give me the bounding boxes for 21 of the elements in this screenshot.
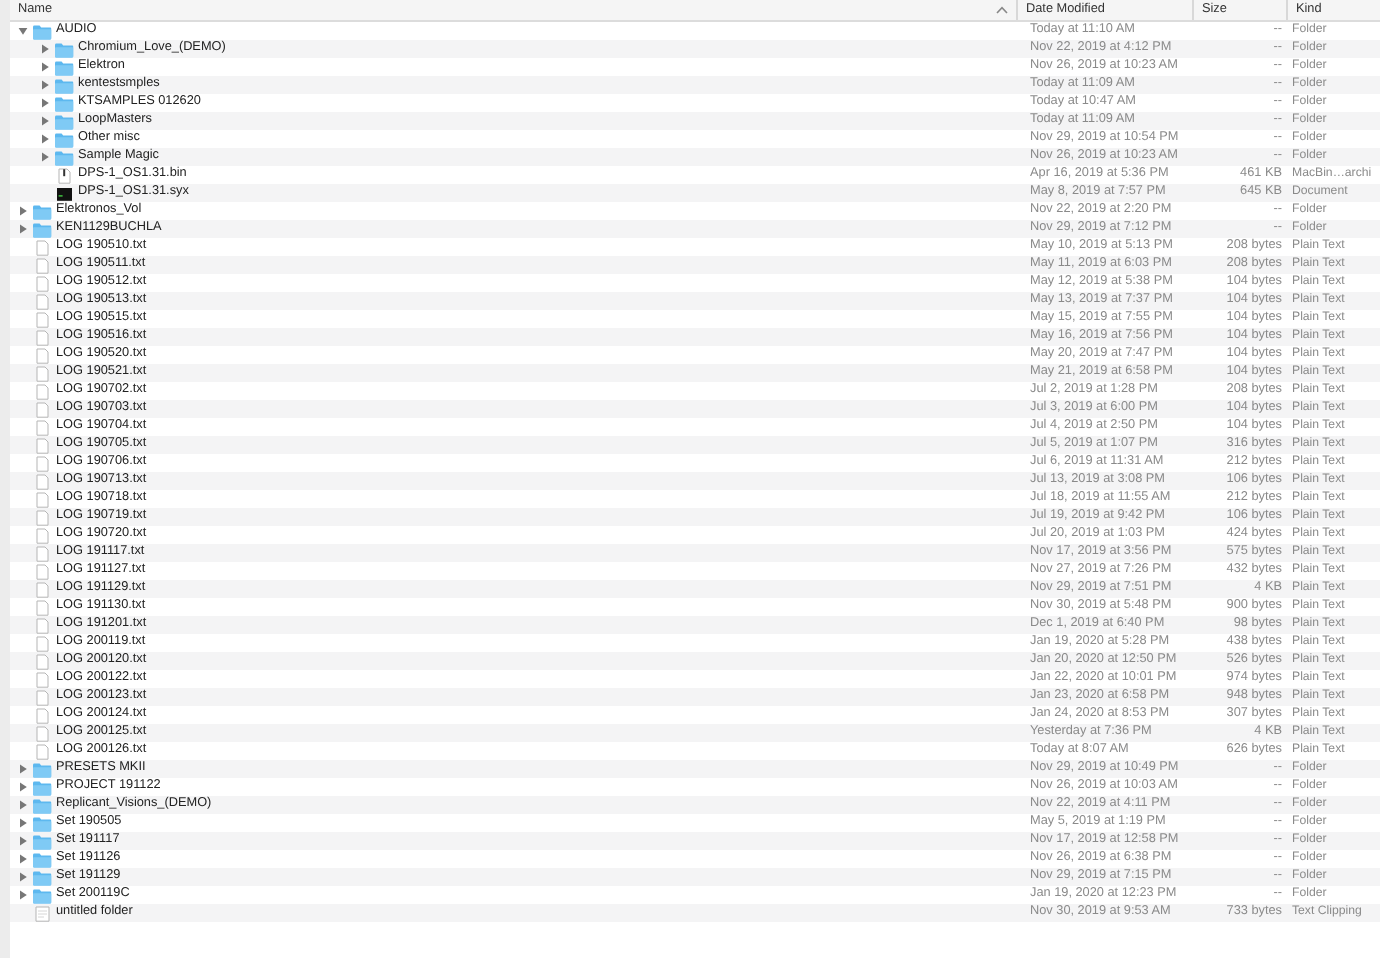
disclosure-triangle-icon[interactable] [40, 80, 50, 90]
disclosure-triangle-icon[interactable] [40, 134, 50, 144]
disclosure-triangle-icon[interactable] [40, 116, 50, 126]
disclosure-triangle-icon[interactable] [40, 62, 50, 72]
disclosure-triangle-icon[interactable] [18, 800, 28, 810]
disclosure-triangle-icon[interactable] [18, 26, 28, 36]
disclosure-triangle-icon[interactable] [40, 152, 50, 162]
disclosure-triangle-icon[interactable] [40, 44, 50, 54]
disclosure-triangle-icon[interactable] [18, 764, 28, 774]
disclosure-triangle-icon[interactable] [18, 890, 28, 900]
disclosure-triangle-icon[interactable] [18, 854, 28, 864]
disclosure-triangle-icon[interactable] [18, 224, 28, 234]
terminal-file-icon [54, 185, 74, 201]
disclosure-triangle-icon[interactable] [18, 782, 28, 792]
clipping-icon [32, 905, 52, 921]
disclosure-triangle-icon[interactable] [18, 206, 28, 216]
disclosure-triangle-icon[interactable] [40, 98, 50, 108]
document-icon [54, 167, 74, 183]
disclosure-triangle-icon[interactable] [18, 872, 28, 882]
disclosure-triangle-icon[interactable] [18, 818, 28, 828]
disclosure-triangle-icon[interactable] [18, 836, 28, 846]
